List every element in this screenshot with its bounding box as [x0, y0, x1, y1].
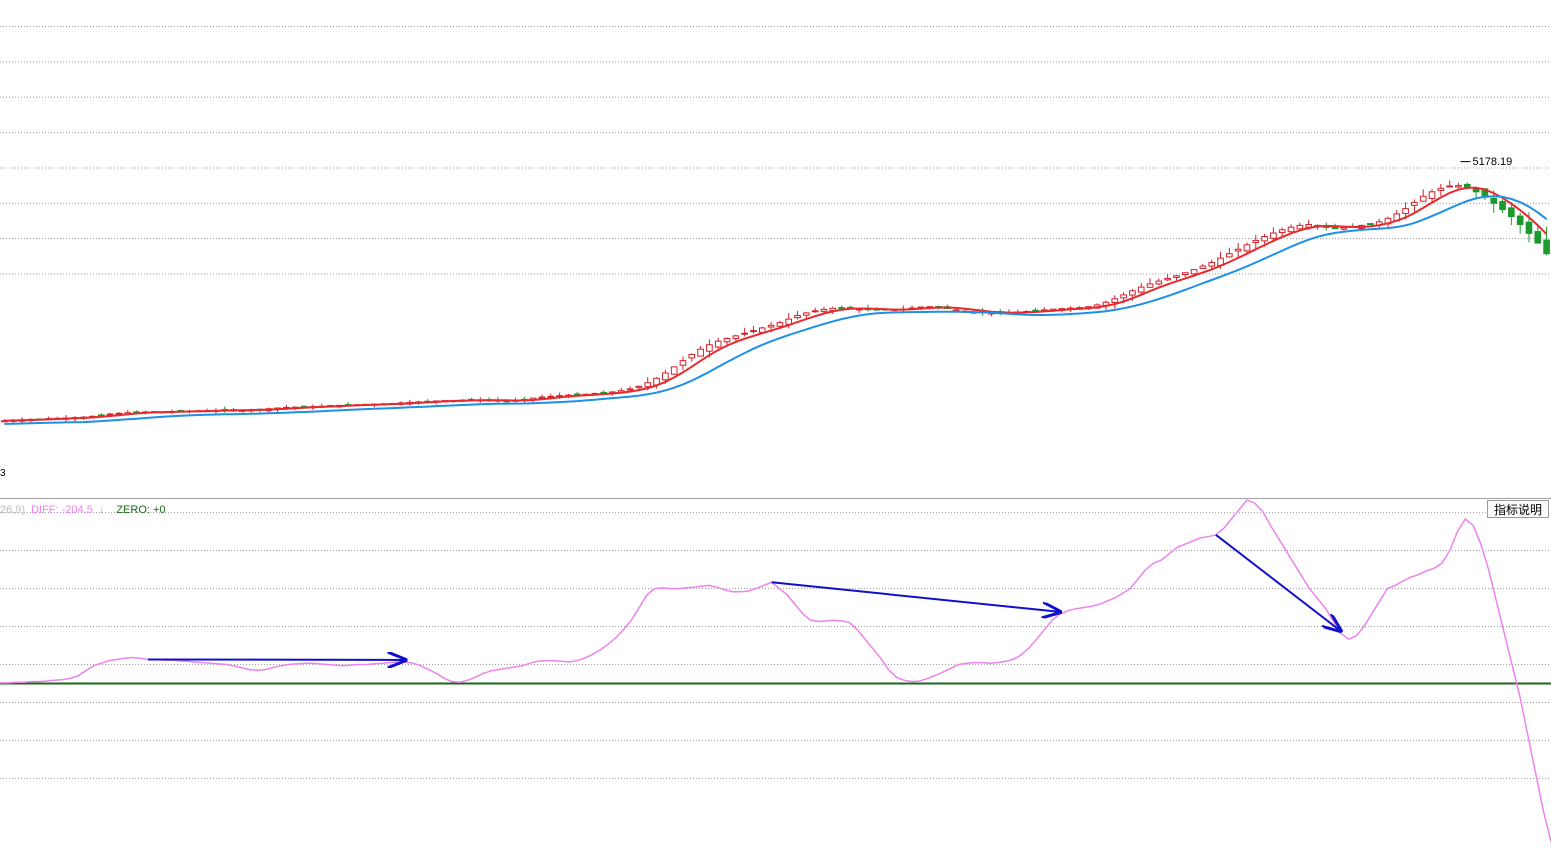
candle-body: [820, 308, 828, 312]
candle-body: [662, 372, 669, 381]
ma-fast-line: [4, 186, 1548, 422]
candle-body: [1331, 227, 1339, 230]
candle-body: [1287, 226, 1295, 233]
candle-body: [750, 330, 757, 333]
moving-averages: [4, 161, 1548, 425]
ma-slow-line: [4, 195, 1548, 425]
diff-line: [0, 499, 1551, 842]
candle-body: [1428, 191, 1436, 199]
candle-body: [706, 344, 713, 352]
candle-body: [1164, 277, 1171, 281]
candle-body: [1499, 200, 1506, 210]
candle-body: [1199, 265, 1207, 269]
candle-body: [670, 366, 678, 375]
candle-body: [1261, 236, 1268, 242]
candle-body: [1455, 185, 1462, 188]
candlesticks: [1, 180, 1550, 423]
candle-body: [1402, 208, 1409, 214]
chart-canvas: [0, 26, 1551, 842]
candle-body: [1234, 248, 1242, 252]
candle-body: [1243, 244, 1251, 252]
price-max-label: 5178.19: [1472, 155, 1513, 168]
diff-line-group: [0, 499, 1551, 842]
indicator-help-button[interactable]: 指标说明: [1486, 500, 1549, 518]
candle-body: [714, 340, 722, 348]
candle-body: [767, 324, 775, 328]
candle-body: [1190, 269, 1198, 275]
macd-gridlines: [0, 512, 1551, 779]
divergence-arrow: [771, 581, 1060, 612]
price-min-label: 3: [0, 468, 6, 479]
candle-body: [1120, 294, 1127, 299]
candle-body: [838, 307, 845, 310]
candle-body: [1437, 187, 1445, 191]
candle-body: [1525, 221, 1533, 234]
candle-body: [1534, 231, 1542, 244]
candle-body: [741, 332, 748, 335]
candle-body: [697, 348, 704, 357]
candle-body: [644, 382, 652, 388]
candle-body: [635, 385, 643, 389]
candle-body: [1137, 286, 1145, 293]
candle-body: [811, 310, 819, 313]
candle-body: [1155, 280, 1163, 285]
candle-body: [1472, 188, 1480, 193]
candle-body: [1278, 229, 1286, 234]
divergence-arrow: [1215, 534, 1341, 631]
legend-diff: DIFF: -204.5 ↓: [31, 504, 105, 516]
candle-body: [1129, 290, 1136, 296]
stock-chart: 5178.19 3 26,9) DIFF: -204.5 ↓ ZERO: +0 指标说…: [0, 0, 1551, 848]
candle-body: [794, 315, 801, 319]
candle-body: [1411, 201, 1418, 206]
indicator-legend: 26,9) DIFF: -204.5 ↓ ZERO: +0: [0, 502, 172, 518]
candle-body: [1367, 223, 1374, 226]
candle-body: [803, 312, 810, 316]
candle-body: [776, 322, 784, 327]
candle-body: [1340, 227, 1348, 230]
candle-body: [1173, 275, 1180, 278]
candle-body: [1226, 253, 1233, 258]
candle-body: [626, 388, 634, 391]
divergence-arrow: [148, 659, 405, 660]
candle-body: [688, 353, 696, 359]
candle-body: [1296, 224, 1304, 230]
candle-body: [1146, 283, 1154, 288]
candle-body: [1516, 215, 1524, 226]
candle-body: [679, 360, 687, 366]
candle-body: [1543, 239, 1550, 255]
candle-body: [1270, 232, 1277, 239]
legend-prefix: 26,9): [0, 504, 26, 516]
candle-body: [1208, 262, 1216, 267]
candle-body: [538, 396, 546, 399]
pane-separator: [0, 498, 1551, 499]
candle-body: [1508, 207, 1515, 218]
legend-zero: ZERO: +0: [116, 504, 166, 516]
candle-body: [1111, 298, 1119, 304]
candle-body: [1181, 272, 1189, 276]
candle-body: [723, 338, 731, 343]
candle-body: [1419, 195, 1427, 202]
candle-body: [1252, 239, 1260, 243]
candle-body: [1446, 185, 1453, 188]
candle-body: [732, 335, 740, 340]
divergence-arrows: [148, 534, 1341, 660]
candle-body: [1490, 197, 1498, 204]
